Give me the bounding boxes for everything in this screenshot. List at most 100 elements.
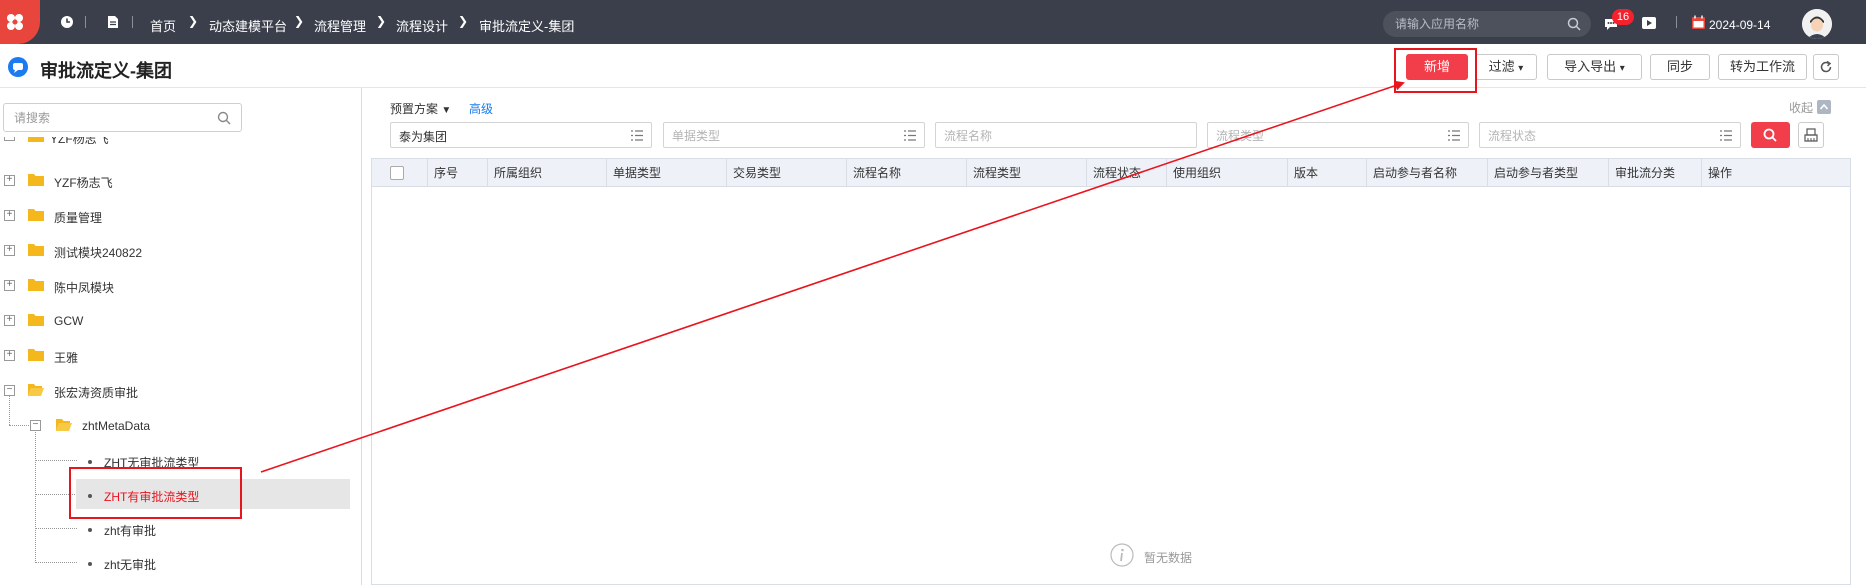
document-type-filter-field[interactable] xyxy=(663,122,925,148)
expand-toggle-icon[interactable]: + xyxy=(4,280,15,291)
column-header[interactable]: 启动参与者类型 xyxy=(1488,159,1609,187)
convert-to-workflow-button[interactable]: 转为工作流 xyxy=(1718,54,1807,80)
collapse-filters-label[interactable]: 收起 xyxy=(1789,99,1813,116)
folder-icon xyxy=(28,209,44,221)
column-header[interactable]: 流程状态 xyxy=(1087,159,1167,187)
advanced-filter-link[interactable]: 高级 xyxy=(469,100,493,117)
tree-leaf-zht-no-approval-type[interactable]: ZHT无审批流类型 xyxy=(88,450,288,474)
flow-type-filter-input[interactable] xyxy=(1216,128,1416,144)
separator xyxy=(132,16,133,28)
breadcrumb-home[interactable]: 首页 xyxy=(150,16,176,35)
tree-node-label: GCW xyxy=(54,314,84,328)
collapse-toggle-icon[interactable]: − xyxy=(30,420,41,431)
organization-filter-field[interactable] xyxy=(390,122,652,148)
clock-icon[interactable] xyxy=(60,15,74,29)
app-logo[interactable] xyxy=(0,0,40,44)
tree-connector xyxy=(9,395,10,425)
tree-node-test-module[interactable]: + 测试模块240822 xyxy=(4,240,254,264)
select-all-checkbox[interactable] xyxy=(390,166,404,180)
app-search-input[interactable] xyxy=(1395,16,1555,32)
collapse-filters-button[interactable] xyxy=(1817,100,1831,114)
column-header[interactable]: 启动参与者名称 xyxy=(1367,159,1488,187)
preset-scheme-dropdown[interactable]: 预置方案 ▼ xyxy=(390,100,451,117)
info-icon xyxy=(1110,543,1134,567)
column-header[interactable]: 使用组织 xyxy=(1167,159,1288,187)
flow-name-filter-field[interactable] xyxy=(935,122,1197,148)
column-header[interactable]: 版本 xyxy=(1288,159,1367,187)
tree-node-quality[interactable]: + 质量管理 xyxy=(4,205,254,229)
import-export-dropdown-button[interactable]: 导入导出 ▾ xyxy=(1547,54,1642,80)
expand-toggle-icon[interactable]: + xyxy=(4,315,15,326)
expand-toggle-icon[interactable]: + xyxy=(4,350,15,361)
chevron-down-icon: ▾ xyxy=(1619,63,1625,74)
tree-node-yzf[interactable]: + YZF杨志飞 xyxy=(4,170,254,194)
expand-toggle-icon[interactable]: + xyxy=(4,245,15,256)
column-header[interactable]: 单据类型 xyxy=(607,159,727,187)
document-type-filter-input[interactable] xyxy=(672,128,872,144)
flow-status-filter-input[interactable] xyxy=(1488,128,1688,144)
tree-leaf-zht-no-approval[interactable]: zht无审批 xyxy=(88,552,288,576)
search-icon[interactable] xyxy=(1567,17,1581,31)
add-button[interactable]: 新增 xyxy=(1406,54,1468,80)
breadcrumb-flow-design[interactable]: 流程设计 xyxy=(396,16,448,35)
column-header[interactable]: 交易类型 xyxy=(727,159,847,187)
list-picker-icon[interactable] xyxy=(1720,130,1732,141)
user-avatar[interactable] xyxy=(1802,9,1832,39)
list-picker-icon[interactable] xyxy=(631,130,643,141)
tree-node-label: zhtMetaData xyxy=(82,419,151,433)
column-header[interactable]: 流程类型 xyxy=(967,159,1087,187)
list-picker-icon[interactable] xyxy=(1448,130,1460,141)
approval-flow-table: 序号 所属组织 单据类型 交易类型 流程名称 流程类型 流程状态 使用组织 版本… xyxy=(371,158,1851,585)
flow-name-filter-input[interactable] xyxy=(944,128,1144,144)
tree-node-zhang-approval[interactable]: − 张宏涛资质审批 xyxy=(4,380,254,404)
column-header[interactable]: 序号 xyxy=(428,159,488,187)
tree-node-gcw[interactable]: + GCW xyxy=(4,310,254,334)
folder-icon xyxy=(28,174,44,186)
column-header[interactable]: 操作 xyxy=(1702,159,1850,187)
select-all-column xyxy=(372,159,428,187)
expand-toggle-icon[interactable]: + xyxy=(4,137,15,141)
flow-type-filter-field[interactable] xyxy=(1207,122,1469,148)
organization-filter-input[interactable] xyxy=(399,128,599,144)
breadcrumb-platform[interactable]: 动态建模平台 xyxy=(209,16,287,35)
column-header[interactable]: 所属组织 xyxy=(488,159,607,187)
tree-connector xyxy=(35,494,77,495)
expand-toggle-icon[interactable]: + xyxy=(4,175,15,186)
logo-flower-icon xyxy=(7,14,23,30)
tree-node-wangya[interactable]: + 王雅 xyxy=(4,345,254,369)
search-icon[interactable] xyxy=(217,111,231,125)
tree-search-box[interactable] xyxy=(3,103,242,132)
video-icon[interactable] xyxy=(1641,16,1657,30)
tree-node-chen-module[interactable]: + 陈中凤模块 xyxy=(4,275,254,299)
refresh-button[interactable] xyxy=(1813,54,1839,80)
tree-search-input[interactable] xyxy=(14,110,204,126)
bullet-icon xyxy=(88,460,92,464)
expand-toggle-icon[interactable]: + xyxy=(4,210,15,221)
tree-leaf-zht-with-approval-type[interactable]: ZHT有审批流类型 xyxy=(88,484,288,508)
flow-status-filter-field[interactable] xyxy=(1479,122,1741,148)
document-icon[interactable] xyxy=(106,15,120,29)
list-picker-icon[interactable] xyxy=(904,130,916,141)
search-button[interactable] xyxy=(1751,122,1790,148)
current-date[interactable]: 2024-09-14 xyxy=(1709,18,1770,32)
tree-connector xyxy=(35,432,36,563)
column-header[interactable]: 审批流分类 xyxy=(1609,159,1702,187)
tree-node-zhtmetadata[interactable]: − zhtMetaData xyxy=(30,415,280,439)
calendar-icon[interactable] xyxy=(1691,15,1706,30)
breadcrumb-flow-management[interactable]: 流程管理 xyxy=(314,16,366,35)
chat-bubble-icon xyxy=(13,63,23,73)
filter-dropdown-button[interactable]: 过滤 ▾ xyxy=(1475,54,1537,80)
tree-leaf-label-selected: ZHT有审批流类型 xyxy=(104,490,200,504)
folder-icon xyxy=(28,279,44,291)
column-header[interactable]: 流程名称 xyxy=(847,159,967,187)
tree-connector xyxy=(35,528,77,529)
clear-filters-button[interactable] xyxy=(1798,122,1824,148)
tree-node-label: 陈中凤模块 xyxy=(54,281,115,295)
sync-button[interactable]: 同步 xyxy=(1650,54,1710,80)
tree-leaf-label: zht无审批 xyxy=(104,558,157,572)
breadcrumb-current-page[interactable]: 审批流定义-集团 xyxy=(479,16,574,35)
tree-node-partial[interactable]: + YZF杨志飞 xyxy=(4,137,254,153)
tree-node-label: YZF杨志飞 xyxy=(50,137,109,146)
tree-leaf-zht-with-approval[interactable]: zht有审批 xyxy=(88,518,288,542)
app-search-box[interactable] xyxy=(1383,11,1591,37)
